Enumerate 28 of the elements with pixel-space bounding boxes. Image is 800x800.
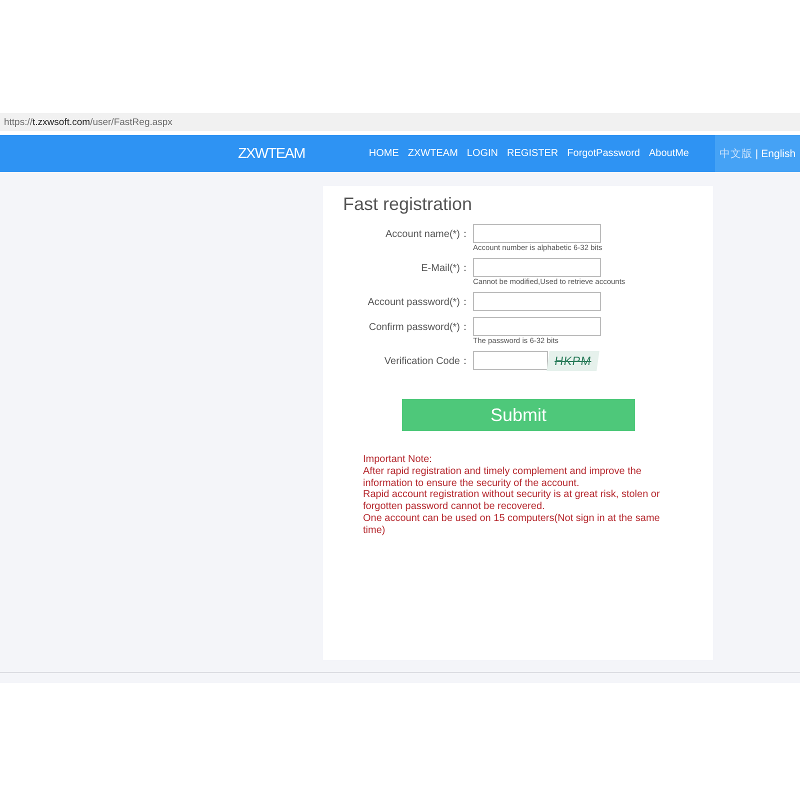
form-title: Fast registration xyxy=(343,194,474,214)
language-link[interactable]: English xyxy=(761,148,796,160)
input-field[interactable] xyxy=(473,258,601,277)
submit-button[interactable]: Submit xyxy=(402,399,635,431)
language-link[interactable]: 中文版 xyxy=(719,146,752,160)
field-label: Verification Code： xyxy=(383,355,471,368)
input-field[interactable] xyxy=(473,224,601,243)
nav-link[interactable]: HOME xyxy=(368,148,399,159)
field-label: Account password(*)： xyxy=(366,296,471,308)
input-field[interactable] xyxy=(473,292,601,311)
input-field[interactable] xyxy=(473,317,601,336)
nav-link[interactable]: REGISTER xyxy=(507,148,558,159)
note-text: After rapid registration and timely complement and improve the information to ensure the security of the account. xyxy=(363,466,642,490)
nav-link[interactable]: LOGIN xyxy=(466,148,498,159)
separator: | xyxy=(755,148,758,160)
field-label: Confirm password(*)： xyxy=(368,320,471,334)
field-label: Account name(*)： xyxy=(384,228,471,240)
field-label: E-Mail(*)： xyxy=(420,262,471,274)
captcha-image: HKPM xyxy=(546,351,600,371)
address-bar[interactable]: https://t.zxwsoft.com/user/FastReg.aspx xyxy=(0,113,800,131)
nav-link[interactable]: ForgotPassword xyxy=(567,148,640,159)
nav-link[interactable]: AboutMe xyxy=(648,148,689,159)
note-text: One account can be used on 15 computers(Not sign in at the same time) xyxy=(363,512,661,537)
note-title: Important Note: xyxy=(363,454,433,466)
note-text: Rapid account registration without security is at great risk, stolen or forgotten password cannot be recovered. xyxy=(363,489,661,513)
site-logo[interactable]: ZXWTEAM xyxy=(238,146,305,162)
input-field[interactable] xyxy=(473,351,548,370)
nav-link[interactable]: ZXWTEAM xyxy=(408,148,458,159)
